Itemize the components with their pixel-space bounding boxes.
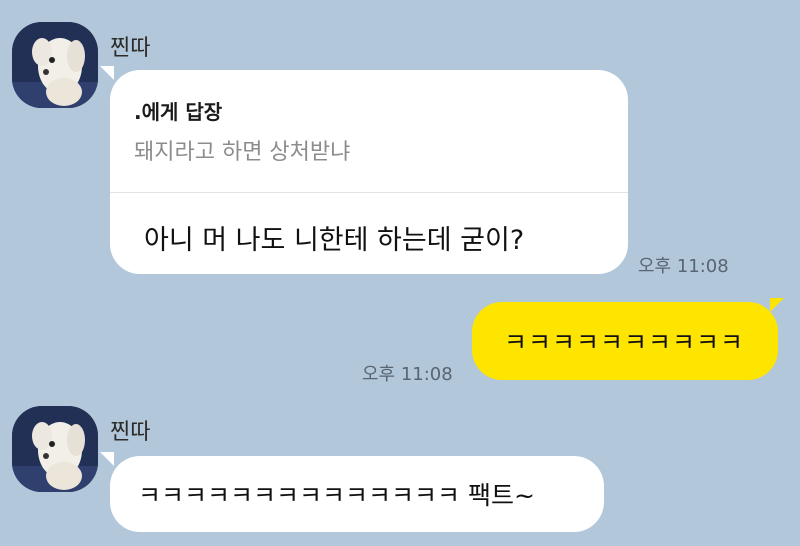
sender-avatar-2[interactable] <box>12 406 98 492</box>
sender-name-2: 찐따 <box>110 420 151 445</box>
message-text-2: ㅋㅋㅋㅋㅋㅋㅋㅋㅋㅋ <box>504 328 745 357</box>
sender-name-1: 찐따 <box>110 36 151 61</box>
my-message-bubble[interactable]: ㅋㅋㅋㅋㅋㅋㅋㅋㅋㅋ <box>472 302 778 380</box>
bubble-tail-1 <box>100 66 114 80</box>
puppy-avatar-icon <box>12 406 98 492</box>
message-text-1: 아니 머 나도 니한테 하는데 굳이? <box>144 225 525 256</box>
reply-target-label: .에게 답장 <box>134 100 223 124</box>
sender-avatar-1[interactable] <box>12 22 98 108</box>
bubble-tail-2 <box>770 298 784 312</box>
message-bubble-3[interactable]: ㅋㅋㅋㅋㅋㅋㅋㅋㅋㅋㅋㅋㅋㅋ 팩트~ <box>110 456 604 532</box>
reply-divider <box>110 192 628 193</box>
message-time-1: 오후 11:08 <box>638 256 729 277</box>
bubble-tail-3 <box>100 452 114 466</box>
puppy-avatar-icon <box>12 22 98 108</box>
reply-message-bubble[interactable]: .에게 답장 돼지라고 하면 상처받냐 아니 머 나도 니한테 하는데 굳이? <box>110 70 628 274</box>
message-time-2: 오후 11:08 <box>362 364 453 385</box>
message-text-3: ㅋㅋㅋㅋㅋㅋㅋㅋㅋㅋㅋㅋㅋㅋ 팩트~ <box>138 481 535 510</box>
reply-quoted-text[interactable]: 돼지라고 하면 상처받냐 <box>134 134 350 166</box>
